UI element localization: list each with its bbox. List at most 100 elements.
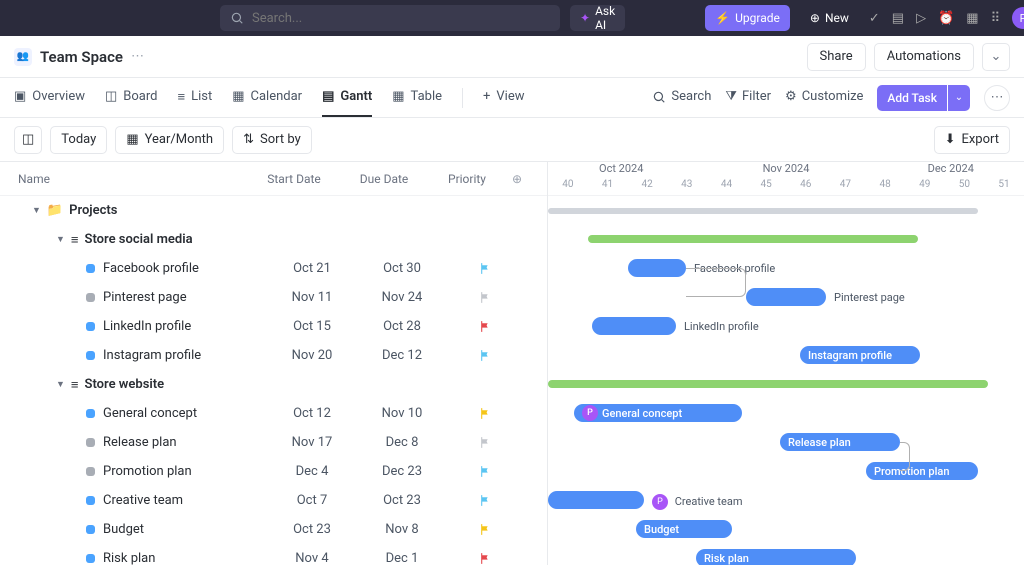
task-bar[interactable] (592, 317, 676, 335)
user-avatar[interactable]: P (1012, 7, 1024, 29)
tab-overview[interactable]: ▣Overview (14, 78, 85, 117)
task-row[interactable]: General concept Oct 12 Nov 10 (0, 399, 547, 428)
task-row[interactable]: Instagram profile Nov 20 Dec 12 (0, 341, 547, 370)
due-date-cell[interactable]: Nov 8 (357, 522, 447, 537)
start-date-cell[interactable]: Oct 12 (267, 406, 357, 421)
task-bar[interactable]: Risk plan (696, 549, 856, 565)
task-bar[interactable]: Budget (636, 520, 732, 538)
team-name[interactable]: Team Space (40, 48, 123, 66)
alarm-icon[interactable]: ⏰ (938, 11, 954, 26)
task-bar[interactable]: Instagram profile (800, 346, 920, 364)
grid-icon[interactable]: ⠿ (991, 11, 1001, 26)
automations-dropdown[interactable]: ⌄ (982, 43, 1010, 71)
due-date-cell[interactable]: Nov 10 (357, 406, 447, 421)
toolbar-filter[interactable]: ⧩Filter (725, 89, 771, 106)
due-date-cell[interactable]: Dec 1 (357, 551, 447, 565)
priority-cell[interactable] (447, 465, 523, 478)
due-date-cell[interactable]: Dec 12 (357, 348, 447, 363)
due-date-cell[interactable]: Dec 8 (357, 435, 447, 450)
priority-cell[interactable] (447, 262, 523, 275)
priority-cell[interactable] (447, 436, 523, 449)
priority-cell[interactable] (447, 494, 523, 507)
task-name-label: LinkedIn profile (103, 319, 191, 334)
task-row[interactable]: Release plan Nov 17 Dec 8 (0, 428, 547, 457)
tab-calendar[interactable]: ▦Calendar (232, 78, 302, 117)
task-bar[interactable] (746, 288, 826, 306)
subgroup-website[interactable]: ▼ ≡ Store website (0, 370, 547, 399)
priority-cell[interactable] (447, 407, 523, 420)
tab-gantt[interactable]: ▤Gantt (322, 78, 372, 117)
task-row[interactable]: Facebook profile Oct 21 Oct 30 (0, 254, 547, 283)
more-options[interactable]: ⋯ (984, 85, 1010, 111)
task-bar[interactable]: PGeneral concept (574, 404, 742, 422)
due-date-cell[interactable]: Oct 28 (357, 319, 447, 334)
bar-label: LinkedIn profile (684, 320, 759, 333)
clipboard-icon[interactable]: ▤ (892, 11, 904, 26)
new-button[interactable]: ⊕ New (800, 5, 859, 31)
toolbar-search[interactable]: Search (652, 89, 711, 106)
gantt-main: Name Start Date Due Date Priority ⊕ ▼ 📁 … (0, 162, 1024, 565)
task-bar[interactable] (548, 491, 644, 509)
add-task-button[interactable]: Add Task (877, 85, 947, 111)
more-icon[interactable]: ⋯ (131, 49, 144, 64)
share-button[interactable]: Share (807, 43, 866, 71)
start-date-cell[interactable]: Oct 15 (267, 319, 357, 334)
priority-cell[interactable] (447, 320, 523, 333)
doc-icon[interactable]: ▦ (966, 11, 978, 26)
due-date-cell[interactable]: Nov 24 (357, 290, 447, 305)
task-row[interactable]: Pinterest page Nov 11 Nov 24 (0, 283, 547, 312)
col-start: Start Date (249, 172, 339, 186)
start-date-cell[interactable]: Oct 23 (267, 522, 357, 537)
priority-cell[interactable] (447, 552, 523, 565)
due-date-cell[interactable]: Oct 30 (357, 261, 447, 276)
task-bar[interactable]: Release plan (780, 433, 900, 451)
sort-button[interactable]: ⇅Sort by (232, 126, 312, 154)
check-circle-icon[interactable]: ✓ (869, 11, 880, 26)
group-projects[interactable]: ▼ 📁 Projects (0, 196, 547, 225)
scale-select[interactable]: ▦Year/Month (115, 126, 224, 154)
task-row[interactable]: Promotion plan Dec 4 Dec 23 (0, 457, 547, 486)
chevron-down-icon: ▼ (56, 379, 65, 390)
due-date-cell[interactable]: Dec 23 (357, 464, 447, 479)
tab-table[interactable]: ▦Table (392, 78, 442, 117)
search-input[interactable] (252, 11, 550, 26)
start-date-cell[interactable]: Nov 11 (267, 290, 357, 305)
task-row[interactable]: Creative team Oct 7 Oct 23 (0, 486, 547, 515)
add-task-dropdown[interactable]: ⌄ (948, 85, 970, 111)
export-button[interactable]: ⬇Export (934, 126, 1010, 154)
due-date-cell[interactable]: Oct 23 (357, 493, 447, 508)
task-row[interactable]: Risk plan Nov 4 Dec 1 (0, 544, 547, 565)
start-date-cell[interactable]: Oct 7 (267, 493, 357, 508)
timeline-row: LinkedIn profile (548, 312, 1024, 341)
timeline-panel[interactable]: Oct 2024Nov 2024Dec 2024 404142434445464… (548, 162, 1024, 565)
task-bar[interactable] (628, 259, 686, 277)
tab-list[interactable]: ≡List (178, 78, 213, 117)
toolbar-customize[interactable]: ⚙Customize (785, 89, 863, 106)
start-date-cell[interactable]: Nov 4 (267, 551, 357, 565)
group-bar[interactable] (548, 380, 988, 388)
task-row[interactable]: LinkedIn profile Oct 15 Oct 28 (0, 312, 547, 341)
ask-ai-button[interactable]: ✦ Ask AI (570, 5, 625, 31)
task-bar[interactable]: Promotion plan (866, 462, 978, 480)
flag-icon (479, 552, 492, 565)
add-view-button[interactable]: +View (483, 78, 525, 117)
global-search[interactable] (220, 5, 560, 31)
priority-cell[interactable] (447, 349, 523, 362)
task-row[interactable]: Budget Oct 23 Nov 8 (0, 515, 547, 544)
start-date-cell[interactable]: Nov 20 (267, 348, 357, 363)
start-date-cell[interactable]: Nov 17 (267, 435, 357, 450)
today-button[interactable]: Today (50, 126, 107, 154)
priority-cell[interactable] (447, 523, 523, 536)
scroll-range[interactable] (548, 208, 978, 214)
add-column[interactable]: ⊕ (505, 172, 529, 186)
start-date-cell[interactable]: Dec 4 (267, 464, 357, 479)
priority-cell[interactable] (447, 291, 523, 304)
panel-toggle[interactable]: ◫ (14, 126, 42, 154)
upgrade-button[interactable]: ⚡ Upgrade (705, 5, 790, 31)
subgroup-social[interactable]: ▼ ≡ Store social media (0, 225, 547, 254)
video-icon[interactable]: ▷ (916, 11, 926, 26)
tab-board[interactable]: ◫Board (105, 78, 158, 117)
group-bar[interactable] (588, 235, 918, 243)
start-date-cell[interactable]: Oct 21 (267, 261, 357, 276)
automations-button[interactable]: Automations (874, 43, 974, 71)
